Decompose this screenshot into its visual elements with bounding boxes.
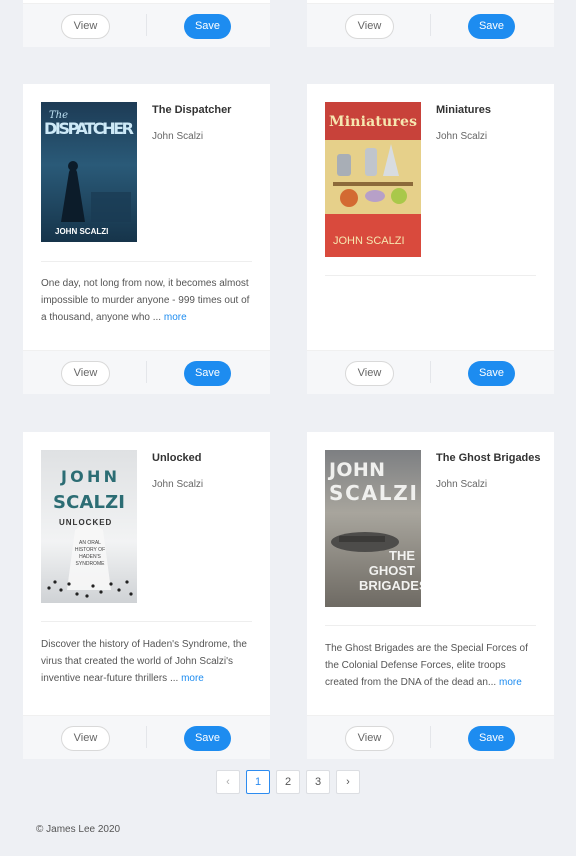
- card-footer: View Save: [23, 715, 270, 759]
- cover-art: Miniatures: [325, 102, 421, 257]
- more-link[interactable]: more: [181, 673, 204, 684]
- book-description: The Ghost Brigades are the Special Force…: [325, 640, 539, 691]
- view-button[interactable]: View: [61, 14, 110, 39]
- cover-author: JOHN SCALZI: [55, 227, 109, 236]
- view-button[interactable]: View: [345, 361, 394, 386]
- copyright: © James Lee 2020: [36, 824, 121, 835]
- book-card: JOHN SCALZI THE GHOST BRIGADES The Ghost…: [307, 432, 554, 759]
- divider: [146, 361, 147, 383]
- svg-text:DISPATCHER: DISPATCHER: [44, 119, 134, 138]
- book-title: Unlocked: [152, 452, 202, 464]
- cover-subtitle: AN ORAL HISTORY OF HADEN'S SYNDROME: [74, 540, 106, 567]
- card-footer: View Save: [23, 3, 270, 47]
- book-author: John Scalzi: [436, 479, 488, 490]
- book-card: Miniatures JOHN SCALZI Miniatures John S…: [307, 84, 554, 394]
- divider: [146, 14, 147, 36]
- separator: [41, 261, 252, 262]
- cover-title: THE GHOST BRIGADES: [359, 548, 421, 593]
- book-title: The Dispatcher: [152, 104, 232, 116]
- card-footer: View Save: [307, 3, 554, 47]
- prev-page-button[interactable]: ‹: [216, 770, 240, 794]
- book-author: John Scalzi: [436, 131, 488, 142]
- book-author: John Scalzi: [152, 131, 204, 142]
- description-text: One day, not long from now, it becomes a…: [41, 278, 250, 323]
- pagination: ‹ 1 2 3 ›: [216, 770, 361, 794]
- divider: [430, 726, 431, 748]
- book-card: The DISPATCHER JOHN SCALZI The Dispatche…: [23, 84, 270, 394]
- page-1-button[interactable]: 1: [246, 770, 270, 794]
- page-3-button[interactable]: 3: [306, 770, 330, 794]
- book-cover[interactable]: Miniatures JOHN SCALZI: [325, 102, 421, 257]
- save-button[interactable]: Save: [468, 361, 515, 386]
- save-button[interactable]: Save: [468, 726, 515, 751]
- book-author: John Scalzi: [152, 479, 204, 490]
- view-button[interactable]: View: [345, 14, 394, 39]
- divider: [146, 726, 147, 748]
- separator: [41, 621, 252, 622]
- cover-title: UNLOCKED: [59, 518, 113, 527]
- cover-author: JOHN SCALZI: [333, 235, 405, 247]
- description-text: The Ghost Brigades are the Special Force…: [325, 643, 528, 688]
- cover-art: The DISPATCHER: [44, 110, 134, 222]
- description-text: Discover the history of Haden's Syndrome…: [41, 639, 247, 684]
- svg-text:SCALZI: SCALZI: [53, 492, 125, 513]
- book-card: JOHN SCALZI UNLOCKED AN ORAL HISTORY OF …: [23, 432, 270, 759]
- divider: [430, 14, 431, 36]
- view-button[interactable]: View: [345, 726, 394, 751]
- card-footer: View Save: [307, 350, 554, 394]
- book-card-partial-right: View Save: [307, 0, 554, 47]
- save-button[interactable]: Save: [468, 14, 515, 39]
- svg-text:SCALZI: SCALZI: [329, 481, 417, 505]
- book-cover[interactable]: JOHN SCALZI UNLOCKED AN ORAL HISTORY OF …: [41, 450, 137, 603]
- book-description: One day, not long from now, it becomes a…: [41, 275, 255, 326]
- view-button[interactable]: View: [61, 361, 110, 386]
- svg-text:JOHN: JOHN: [60, 467, 117, 486]
- book-description: Discover the history of Haden's Syndrome…: [41, 636, 255, 687]
- book-cover[interactable]: The DISPATCHER JOHN SCALZI: [41, 102, 137, 242]
- more-link[interactable]: more: [499, 677, 522, 688]
- book-title: The Ghost Brigades: [436, 452, 541, 464]
- book-title: Miniatures: [436, 104, 492, 116]
- book-cover[interactable]: JOHN SCALZI THE GHOST BRIGADES: [325, 450, 421, 607]
- save-button[interactable]: Save: [184, 14, 231, 39]
- book-card-partial-left: View Save: [23, 0, 270, 47]
- svg-text:Miniatures: Miniatures: [329, 114, 417, 130]
- separator: [325, 275, 536, 276]
- next-page-button[interactable]: ›: [336, 770, 360, 794]
- view-button[interactable]: View: [61, 726, 110, 751]
- page-2-button[interactable]: 2: [276, 770, 300, 794]
- card-footer: View Save: [23, 350, 270, 394]
- separator: [325, 625, 536, 626]
- more-link[interactable]: more: [164, 312, 187, 323]
- save-button[interactable]: Save: [184, 361, 231, 386]
- save-button[interactable]: Save: [184, 726, 231, 751]
- divider: [430, 361, 431, 383]
- card-footer: View Save: [307, 715, 554, 759]
- svg-text:JOHN: JOHN: [327, 459, 385, 481]
